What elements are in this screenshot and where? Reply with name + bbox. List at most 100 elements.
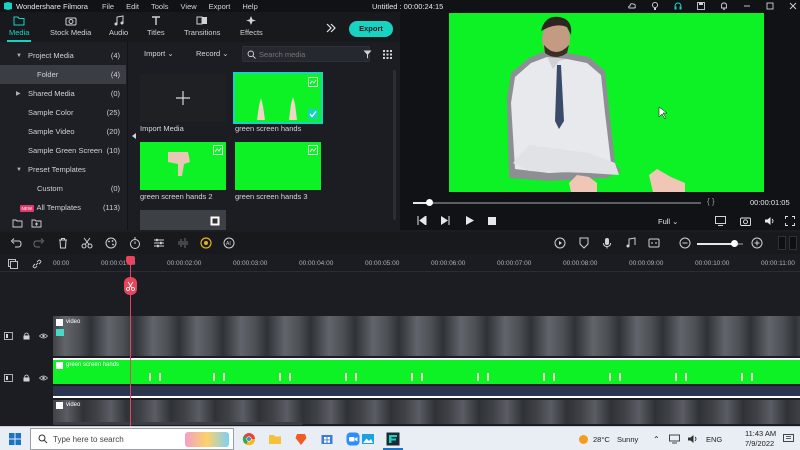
layout-toggle-left[interactable] [778, 236, 786, 250]
caret-down-icon[interactable]: ▼ [16, 53, 22, 59]
microsoft-store-icon[interactable] [320, 432, 334, 446]
sidebar-item-folder[interactable]: Folder (4) [0, 65, 126, 84]
tab-stock-media[interactable]: Stock Media [50, 15, 91, 37]
tab-media[interactable]: Media [6, 15, 32, 42]
media-scrollbar[interactable] [393, 70, 396, 220]
weather-description[interactable]: Sunny [617, 435, 638, 444]
ai-tool-icon[interactable]: AI [223, 237, 235, 249]
render-preview-icon[interactable] [554, 237, 566, 249]
speed-timer-icon[interactable] [129, 237, 141, 249]
timeline-clip-green-screen-hands[interactable]: green screen hands [53, 358, 800, 384]
media-thumbnail-green-screen-hands[interactable] [233, 72, 323, 124]
music-track-icon[interactable] [625, 237, 637, 249]
notifications-icon[interactable] [783, 434, 794, 444]
eye-icon[interactable] [39, 333, 48, 339]
eye-icon[interactable] [39, 375, 48, 381]
microphone-icon[interactable] [601, 237, 613, 249]
clock-date[interactable]: 7/9/2022 [745, 439, 774, 448]
auto-highlight-icon[interactable] [200, 237, 212, 249]
headset-icon[interactable] [673, 1, 683, 11]
grid-view-icon[interactable] [383, 50, 392, 59]
preview-video-frame[interactable] [449, 13, 764, 192]
filter-icon[interactable] [363, 50, 372, 59]
file-explorer-icon[interactable] [268, 432, 282, 446]
timeline-clip-video-2[interactable]: video [53, 400, 800, 424]
preview-quality-dropdown[interactable]: Full ⌄ [658, 217, 678, 226]
media-thumbnail-green-screen-hands-3[interactable] [235, 142, 321, 190]
timeline-clip-audio[interactable] [53, 386, 800, 398]
volume-icon[interactable] [764, 216, 775, 226]
maximize-icon[interactable] [765, 1, 775, 11]
minimize-icon[interactable] [742, 1, 752, 11]
more-tabs-chevron-icon[interactable] [325, 22, 337, 34]
caret-down-icon[interactable]: ▼ [16, 167, 22, 173]
mark-in-out-brackets[interactable]: { } [707, 197, 715, 206]
play-icon[interactable] [465, 216, 474, 225]
menu-help[interactable]: Help [242, 2, 257, 11]
menu-file[interactable]: File [102, 2, 114, 11]
timeline-clip-video-1[interactable]: video [53, 316, 800, 356]
tab-audio[interactable]: Audio [109, 15, 128, 37]
sun-weather-icon[interactable] [578, 434, 589, 445]
sidebar-item-custom[interactable]: Custom (0) [0, 179, 126, 198]
sidebar-item-sample-video[interactable]: Sample Video (20) [0, 122, 126, 141]
split-scissors-icon[interactable] [81, 237, 93, 249]
fullscreen-icon[interactable] [785, 216, 795, 226]
zoom-in-icon[interactable] [751, 237, 763, 249]
filmora-taskbar-icon[interactable] [386, 432, 400, 446]
bulb-icon[interactable] [650, 1, 660, 11]
menu-tools[interactable]: Tools [151, 2, 169, 11]
export-button[interactable]: Export [349, 21, 393, 37]
caret-right-icon[interactable]: ▶ [16, 90, 21, 97]
network-icon[interactable] [669, 434, 680, 444]
zoom-app-icon[interactable] [346, 432, 360, 446]
sidebar-item-sample-green-screen[interactable]: Sample Green Screen (10) [0, 141, 126, 160]
folder-add-icon[interactable] [31, 218, 42, 228]
tab-effects[interactable]: Effects [240, 15, 263, 37]
lock-icon[interactable] [23, 374, 30, 382]
previous-frame-icon[interactable] [417, 216, 427, 225]
speaker-icon[interactable] [687, 434, 698, 444]
brave-browser-icon[interactable] [294, 432, 308, 446]
zoom-slider-handle[interactable] [731, 240, 738, 247]
windows-start-icon[interactable] [9, 433, 21, 445]
timeline-scrollbar[interactable] [53, 422, 303, 425]
weather-temp[interactable]: 28°C [593, 435, 610, 444]
tab-titles[interactable]: Titles [147, 15, 165, 37]
play-reverse-icon[interactable] [440, 216, 450, 225]
undo-icon[interactable] [10, 237, 22, 249]
timeline-ruler[interactable]: 00:00 00:00:01:00 00:00:02:00 00:00:03:0… [0, 254, 800, 272]
color-palette-icon[interactable] [105, 237, 117, 249]
language-indicator[interactable]: ENG [706, 435, 722, 444]
notification-icon[interactable] [719, 1, 729, 11]
layout-toggle-right[interactable] [789, 236, 797, 250]
collapse-sidebar-icon[interactable] [131, 132, 137, 140]
redo-icon[interactable] [33, 237, 45, 249]
display-icon[interactable] [715, 216, 726, 226]
audio-waveform-icon[interactable] [177, 237, 189, 249]
close-icon[interactable] [788, 1, 798, 11]
search-input[interactable] [259, 48, 367, 60]
menu-export[interactable]: Export [209, 2, 231, 11]
photos-app-icon[interactable] [361, 432, 375, 446]
new-folder-icon[interactable] [12, 218, 23, 228]
menu-edit[interactable]: Edit [126, 2, 139, 11]
sidebar-item-sample-color[interactable]: Sample Color (25) [0, 103, 126, 122]
sidebar-item-all-templates[interactable]: NEW All Templates (113) [0, 198, 126, 217]
add-track-icon[interactable] [8, 259, 18, 269]
chrome-icon[interactable] [242, 432, 256, 446]
stop-icon[interactable] [488, 217, 496, 225]
subtitle-icon[interactable] [648, 237, 660, 249]
taskbar-search-box[interactable]: Type here to search [30, 428, 234, 450]
tray-overflow-chevron-icon[interactable]: ⌃ [653, 435, 660, 444]
sidebar-item-shared-media[interactable]: ▶ Shared Media (0) [0, 84, 126, 103]
save-icon[interactable] [696, 1, 706, 11]
preview-scrubber[interactable] [413, 199, 800, 207]
adjust-sliders-icon[interactable] [153, 237, 165, 249]
tab-transitions[interactable]: Transitions [184, 15, 220, 37]
media-thumbnail-green-screen-hands-2[interactable] [140, 142, 226, 190]
lock-icon[interactable] [23, 332, 30, 340]
zoom-out-icon[interactable] [679, 237, 691, 249]
delete-icon[interactable] [57, 237, 69, 249]
import-media-tile[interactable] [140, 74, 226, 122]
